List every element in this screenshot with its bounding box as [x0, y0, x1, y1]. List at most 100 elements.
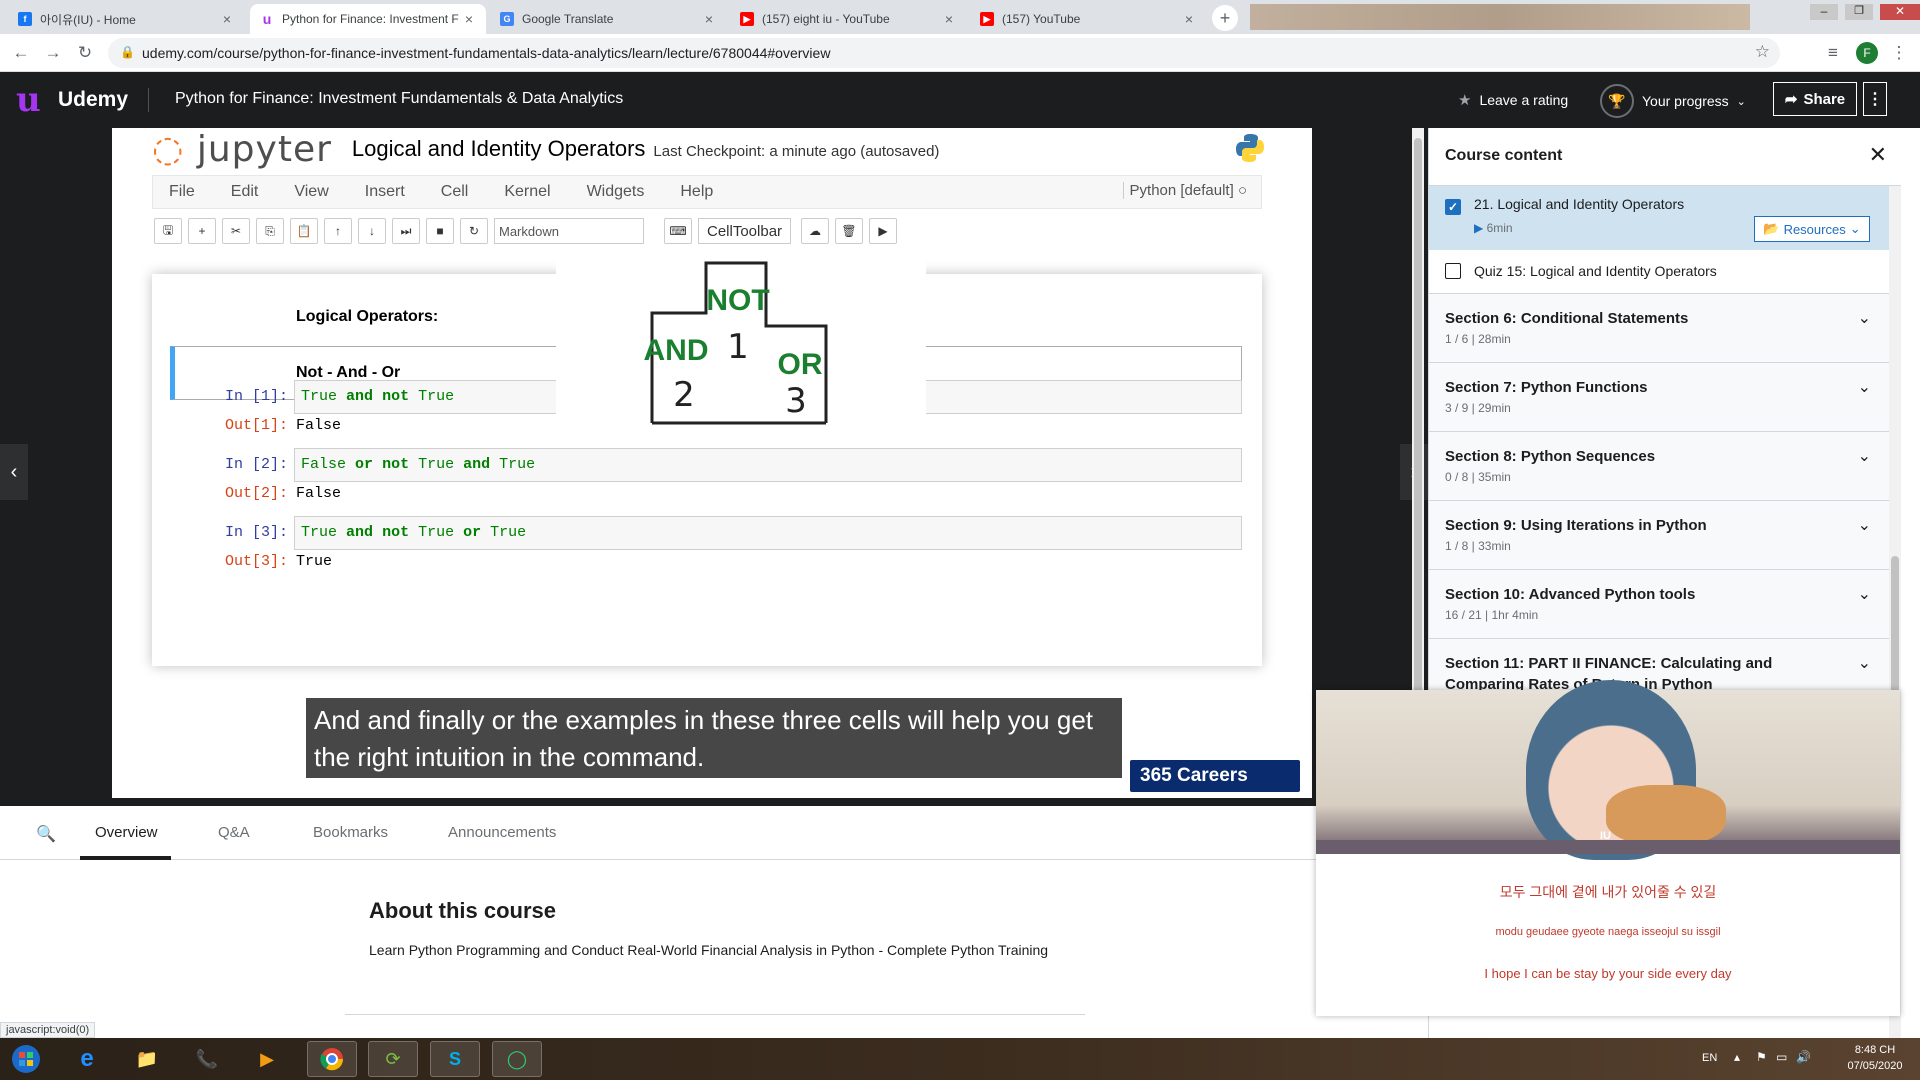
start-button-icon[interactable] — [0, 1041, 52, 1077]
move-up-icon[interactable]: ↑ — [324, 218, 352, 244]
browser-tab-udemy[interactable]: u Python for Finance: Investment F × — [250, 4, 486, 34]
save-icon[interactable]: 🖫 — [154, 218, 182, 244]
lyric-romanized: modu geudaee gyeote naega isseojul su is… — [1495, 926, 1721, 938]
previous-lecture-button[interactable]: ‹ — [0, 444, 28, 500]
chrome-icon[interactable] — [307, 1041, 357, 1077]
restart-icon[interactable]: ↻ — [460, 218, 488, 244]
section-6[interactable]: Section 6: Conditional Statements 1 / 6 |… — [1429, 294, 1889, 363]
quiz-checkbox[interactable] — [1445, 263, 1461, 279]
move-down-icon[interactable]: ↓ — [358, 218, 386, 244]
close-icon[interactable]: ✕ — [1869, 142, 1887, 168]
skype-icon[interactable]: S — [430, 1041, 480, 1077]
cell-type-select[interactable]: Markdown — [494, 218, 644, 244]
menu-kernel[interactable]: Kernel — [504, 183, 550, 201]
profile-avatar[interactable]: F — [1856, 42, 1878, 64]
app-icon-green[interactable]: ⟳ — [368, 1041, 418, 1077]
browser-tab-youtube-eight[interactable]: ▶ (157) eight iu - YouTube × — [730, 4, 966, 34]
browser-menu-icon[interactable]: ⋮ — [1888, 42, 1910, 64]
forward-arrow-icon[interactable]: → — [42, 42, 64, 64]
more-options-button[interactable]: ⋮ — [1863, 82, 1887, 116]
section-9[interactable]: Section 9: Using Iterations in Python 1 /… — [1429, 501, 1889, 570]
picture-in-picture-player[interactable]: IU 모두 그대에 곁에 내가 있어줄 수 있길 modu geudaee gy… — [1316, 680, 1900, 1016]
volume-icon[interactable]: 🔊 — [1796, 1050, 1811, 1064]
back-arrow-icon[interactable]: ← — [10, 42, 32, 64]
viber-icon[interactable]: 📞 — [182, 1041, 232, 1077]
code-cell-3[interactable]: True and not True or True — [294, 516, 1242, 550]
menu-file[interactable]: File — [169, 183, 195, 201]
play-circle-icon: ▶ — [1474, 221, 1484, 235]
network-icon[interactable]: ▭ — [1776, 1050, 1787, 1064]
tab-bookmarks[interactable]: Bookmarks — [313, 824, 388, 841]
udemy-logo[interactable]: u Udemy — [16, 82, 128, 118]
new-tab-button[interactable]: + — [1212, 5, 1238, 31]
section-title: Section 10: Advanced Python tools — [1445, 586, 1696, 603]
trash-icon[interactable]: 🗑 — [835, 218, 864, 244]
bookmark-star-icon[interactable]: ☆ — [1755, 42, 1770, 62]
paste-icon[interactable]: 📋 — [290, 218, 318, 244]
address-bar[interactable]: 🔒 udemy.com/course/python-for-finance-in… — [108, 38, 1780, 68]
file-explorer-icon[interactable]: 📁 — [122, 1041, 172, 1077]
internet-explorer-icon[interactable]: e — [62, 1041, 112, 1077]
tab-qa[interactable]: Q&A — [218, 824, 250, 841]
menu-help[interactable]: Help — [680, 183, 713, 201]
present-icon[interactable]: ▶ — [869, 218, 898, 244]
video-player[interactable]: ‹ › ◌ jupyter Logical and Identity Opera… — [0, 128, 1428, 806]
clock-time[interactable]: 8:48 CH — [1840, 1044, 1910, 1056]
section-8[interactable]: Section 8: Python Sequences 0 / 8 | 35min… — [1429, 432, 1889, 501]
markdown-heading: Logical Operators: — [296, 308, 439, 325]
tray-up-arrow-icon[interactable]: ▴ — [1734, 1050, 1740, 1064]
tab-overview[interactable]: Overview — [95, 824, 158, 841]
close-tab-icon[interactable]: × — [462, 11, 476, 27]
close-tab-icon[interactable]: × — [942, 11, 956, 27]
keyboard-icon[interactable]: ⌨ — [664, 218, 692, 244]
quiz-item[interactable]: Quiz 15: Logical and Identity Operators — [1429, 250, 1889, 294]
lecture-checkbox-checked[interactable]: ✓ — [1445, 199, 1461, 215]
run-icon[interactable]: ⏭ — [392, 218, 420, 244]
upload-icon[interactable]: ☁ — [801, 218, 830, 244]
close-tab-icon[interactable]: × — [702, 11, 716, 27]
browser-tab-google-translate[interactable]: G Google Translate × — [490, 4, 726, 34]
copy-icon[interactable]: ⎘ — [256, 218, 284, 244]
leave-rating-link[interactable]: ★ Leave a rating — [1458, 91, 1568, 109]
section-7[interactable]: Section 7: Python Functions 3 / 9 | 29min… — [1429, 363, 1889, 432]
resources-button[interactable]: 📂 Resources ⌄ — [1754, 216, 1870, 242]
add-cell-icon[interactable]: + — [188, 218, 216, 244]
menu-cell[interactable]: Cell — [441, 183, 469, 201]
reload-icon[interactable]: ↻ — [74, 42, 96, 64]
menu-view[interactable]: View — [294, 183, 328, 201]
clock-date[interactable]: 07/05/2020 — [1840, 1060, 1910, 1072]
chevron-down-icon: ⌄ — [1849, 221, 1861, 236]
language-indicator[interactable]: EN — [1702, 1052, 1717, 1064]
menu-widgets[interactable]: Widgets — [587, 183, 645, 201]
scrollbar-thumb[interactable] — [1414, 138, 1422, 778]
celltoolbar-button[interactable]: CellToolbar — [698, 218, 792, 244]
code-token: not — [382, 524, 410, 541]
your-progress-dropdown[interactable]: 🏆 Your progress ⌄ — [1600, 84, 1746, 118]
minimize-window-icon[interactable]: – — [1810, 4, 1838, 20]
tab-announcements[interactable]: Announcements — [448, 824, 556, 841]
search-icon[interactable]: 🔍 — [36, 824, 56, 844]
close-tab-icon[interactable]: × — [220, 11, 234, 27]
chevron-down-icon: ⌄ — [1857, 586, 1871, 603]
browser-tab-iu-home[interactable]: f 아이유(IU) - Home × — [8, 4, 244, 34]
course-title[interactable]: Python for Finance: Investment Fundament… — [175, 90, 623, 108]
section-10[interactable]: Section 10: Advanced Python tools 16 / 21… — [1429, 570, 1889, 639]
maximize-window-icon[interactable]: ❐ — [1845, 4, 1873, 20]
close-tab-icon[interactable]: × — [1182, 11, 1196, 27]
menu-edit[interactable]: Edit — [231, 183, 259, 201]
cut-icon[interactable]: ✂ — [222, 218, 250, 244]
close-window-icon[interactable]: ✕ — [1880, 4, 1920, 20]
browser-tab-youtube[interactable]: ▶ (157) YouTube × — [970, 4, 1206, 34]
share-button[interactable]: ➦ Share — [1773, 82, 1857, 116]
chevron-down-icon: ⌄ — [1736, 95, 1746, 108]
media-player-icon[interactable]: ▶ — [242, 1041, 292, 1077]
app-icon-circle[interactable]: ◯ — [492, 1041, 542, 1077]
menu-insert[interactable]: Insert — [365, 183, 405, 201]
in-prompt: In [3]: — [224, 524, 288, 541]
stop-icon[interactable]: ■ — [426, 218, 454, 244]
flag-icon[interactable]: ⚑ — [1756, 1050, 1767, 1064]
current-lecture-item[interactable]: ✓ 21. Logical and Identity Operators ▶ 6… — [1429, 186, 1889, 250]
reading-list-icon[interactable]: ≡ — [1822, 42, 1844, 64]
code-cell-2[interactable]: False or not True and True — [294, 448, 1242, 482]
